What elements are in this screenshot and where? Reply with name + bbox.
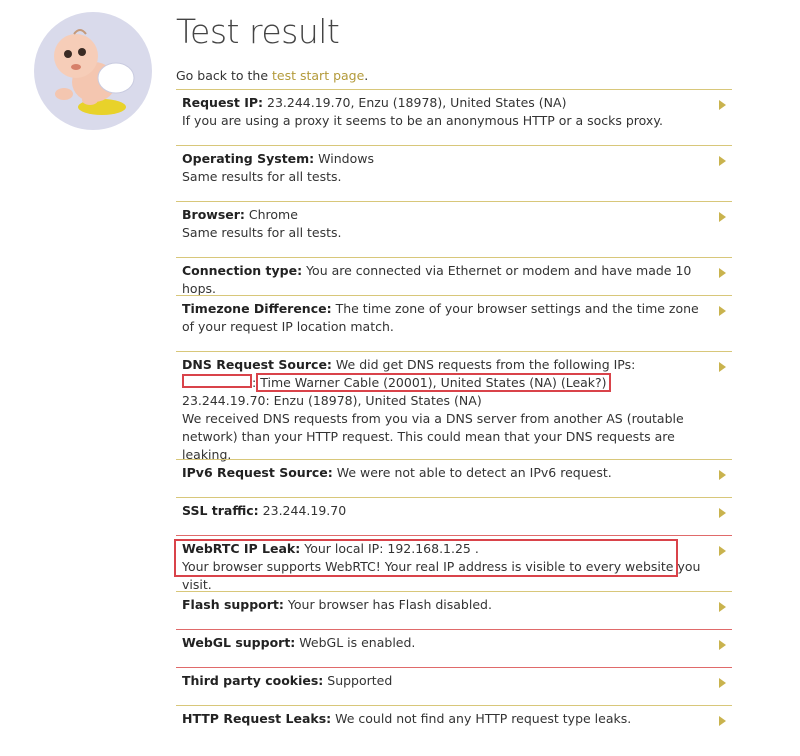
result-value: 23.244.19.70 — [258, 503, 347, 518]
result-label: Request IP: — [182, 95, 264, 110]
result-value: WebGL is enabled. — [295, 635, 416, 650]
result-detail: If you are using a proxy it seems to be … — [182, 113, 663, 128]
result-label: Operating System: — [182, 151, 315, 166]
result-label: Connection type: — [182, 263, 303, 278]
expand-arrow-icon[interactable] — [719, 602, 726, 612]
result-label: Timezone Difference: — [182, 301, 332, 316]
baby-logo — [34, 12, 152, 130]
result-row-webrtc-ip-leak[interactable]: WebRTC IP Leak: Your local IP: 192.168.1… — [174, 535, 732, 592]
expand-arrow-icon[interactable] — [719, 362, 726, 372]
expand-arrow-icon[interactable] — [719, 508, 726, 518]
result-label: Third party cookies: — [182, 673, 324, 688]
result-value: 23.244.19.70, Enzu (18978), United State… — [263, 95, 567, 110]
test-start-page-link[interactable]: test start page — [272, 68, 364, 83]
result-label: SSL traffic: — [182, 503, 259, 518]
result-row-ipv6-request-source[interactable]: IPv6 Request Source: We were not able to… — [176, 459, 732, 497]
expand-arrow-icon[interactable] — [719, 212, 726, 222]
result-value: Your local IP: 192.168.1.25 . — [300, 541, 479, 556]
result-label: HTTP Request Leaks: — [182, 711, 332, 726]
result-value: Chrome — [244, 207, 298, 222]
result-value: We could not find any HTTP request type … — [331, 711, 632, 726]
result-row-dns-request-source[interactable]: DNS Request Source: We did get DNS reque… — [176, 351, 732, 462]
result-row-http-request-leaks[interactable]: HTTP Request Leaks: We could not find an… — [176, 705, 732, 735]
result-row-third-party-cookies[interactable]: Third party cookies: Supported — [176, 667, 732, 705]
expand-arrow-icon[interactable] — [719, 306, 726, 316]
result-value: We did get DNS requests from the followi… — [331, 357, 636, 372]
result-row-operating-system[interactable]: Operating System: Windows Same results f… — [176, 145, 732, 201]
result-detail: Your browser supports WebRTC! Your real … — [182, 559, 701, 592]
result-label: IPv6 Request Source: — [182, 465, 333, 480]
baby-icon — [34, 12, 152, 130]
result-value: Supported — [323, 673, 393, 688]
result-value: We were not able to detect an IPv6 reque… — [332, 465, 612, 480]
result-value: Windows — [314, 151, 374, 166]
expand-arrow-icon[interactable] — [719, 100, 726, 110]
page-title: Test result — [176, 12, 340, 51]
result-line: 23.244.19.70: Enzu (18978), United State… — [182, 393, 482, 408]
expand-arrow-icon[interactable] — [719, 716, 726, 726]
back-text: Go back to the test start page. — [176, 68, 732, 84]
dns-leak-highlight: Time Warner Cable (20001), United States… — [256, 373, 611, 392]
result-value: Your browser has Flash disabled. — [283, 597, 492, 612]
main-content: Test result Go back to the test start pa… — [174, 0, 732, 735]
redacted-ip-box — [182, 374, 252, 388]
result-label: DNS Request Source: — [182, 357, 332, 372]
result-detail: Same results for all tests. — [182, 225, 342, 240]
back-prefix: Go back to the — [176, 68, 272, 83]
expand-arrow-icon[interactable] — [719, 156, 726, 166]
expand-arrow-icon[interactable] — [719, 470, 726, 480]
expand-arrow-icon[interactable] — [719, 546, 726, 556]
result-label: Browser: — [182, 207, 245, 222]
result-row-request-ip[interactable]: Request IP: 23.244.19.70, Enzu (18978), … — [176, 89, 732, 145]
result-label: Flash support: — [182, 597, 284, 612]
expand-arrow-icon[interactable] — [719, 268, 726, 278]
expand-arrow-icon[interactable] — [719, 640, 726, 650]
result-row-connection-type[interactable]: Connection type: You are connected via E… — [176, 257, 732, 296]
result-row-webgl-support[interactable]: WebGL support: WebGL is enabled. — [176, 629, 732, 667]
result-label: WebRTC IP Leak: — [182, 541, 301, 556]
result-row-flash-support[interactable]: Flash support: Your browser has Flash di… — [176, 591, 732, 629]
results-list: Request IP: 23.244.19.70, Enzu (18978), … — [174, 89, 732, 735]
result-label: WebGL support: — [182, 635, 296, 650]
result-row-ssl-traffic[interactable]: SSL traffic: 23.244.19.70 — [176, 497, 732, 535]
result-row-browser[interactable]: Browser: Chrome Same results for all tes… — [176, 201, 732, 257]
back-suffix: . — [364, 68, 369, 83]
expand-arrow-icon[interactable] — [719, 678, 726, 688]
result-detail: We received DNS requests from you via a … — [182, 411, 684, 462]
result-detail: Same results for all tests. — [182, 169, 342, 184]
result-row-timezone-difference[interactable]: Timezone Difference: The time zone of yo… — [176, 295, 732, 351]
